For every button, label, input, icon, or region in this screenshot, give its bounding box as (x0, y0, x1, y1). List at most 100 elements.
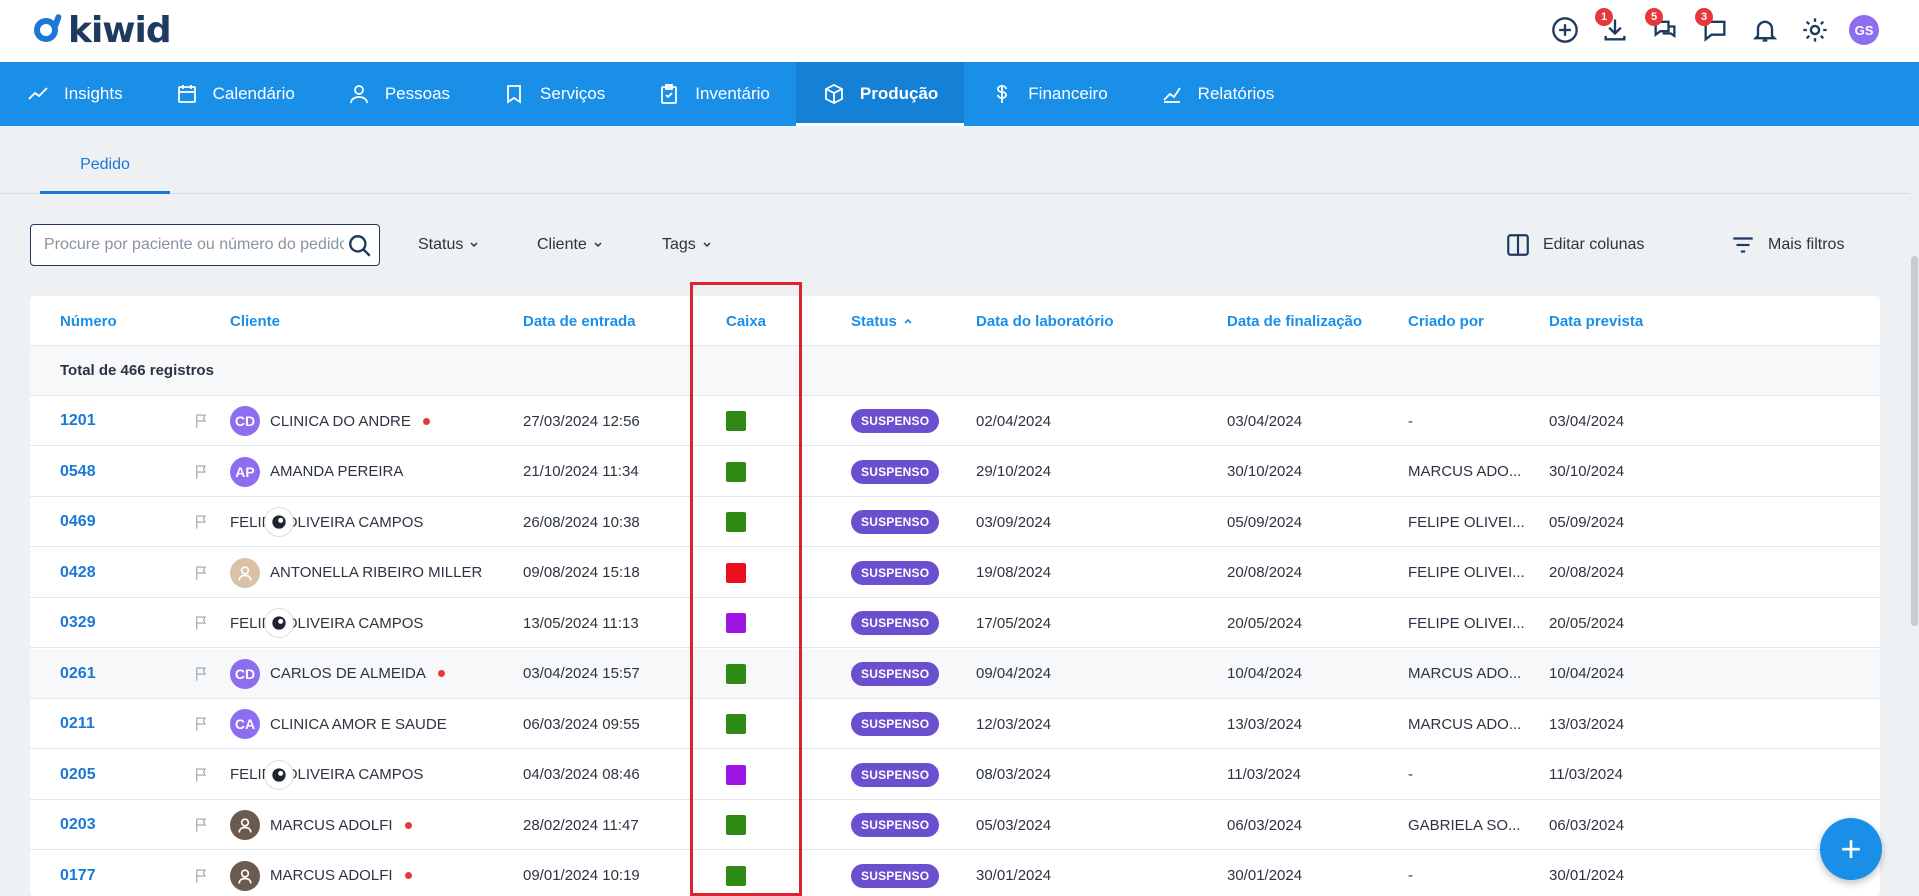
nav-item-insights[interactable]: Insights (0, 62, 149, 126)
scrollbar[interactable] (1910, 126, 1919, 896)
col-cliente[interactable]: Cliente (230, 296, 280, 346)
col-criado-por[interactable]: Criado por (1408, 296, 1484, 346)
expected-date: 13/03/2024 (1549, 715, 1625, 733)
table-row[interactable]: 0177 MARCUS ADOLFI 09/01/2024 10:19 SUSPENS… (30, 851, 1880, 896)
client-avatar: AP (230, 456, 260, 487)
chevron-down-icon (594, 242, 602, 248)
table-row[interactable]: 0203 MARCUS ADOLFI 28/02/2024 11:47 SUSPENS… (30, 800, 1880, 850)
chat-bubbles-icon[interactable]: 5 (1645, 8, 1681, 46)
box-color-cell (726, 396, 746, 446)
add-order-fab[interactable]: + (1820, 818, 1882, 880)
flag-icon[interactable] (193, 851, 211, 896)
status-dropdown[interactable]: Status (418, 236, 479, 254)
scrollbar-thumb[interactable] (1911, 256, 1918, 626)
bell-icon[interactable] (1749, 14, 1781, 46)
nav-label: Inventário (695, 84, 770, 103)
entry-date: 26/08/2024 10:38 (523, 513, 640, 531)
client-cell[interactable]: CD CARLOS DE ALMEIDA (230, 649, 445, 699)
client-logo-icon (264, 507, 294, 537)
more-filters-button[interactable]: Mais filtros (1730, 232, 1844, 258)
main-nav: Insights Calendário Pessoas Serviços Inv… (0, 62, 1919, 126)
col-data-lab[interactable]: Data do laboratório (976, 296, 1114, 346)
gear-icon[interactable] (1799, 14, 1831, 46)
nav-item-pessoas[interactable]: Pessoas (321, 62, 476, 126)
search-icon[interactable] (347, 233, 373, 259)
order-number-link[interactable]: 0177 (60, 851, 96, 896)
flag-icon[interactable] (193, 447, 211, 497)
col-data-prevista[interactable]: Data prevista (1549, 296, 1643, 346)
flag-icon[interactable] (193, 598, 211, 648)
client-cell[interactable]: CA CLINICA AMOR E SAUDE (230, 699, 447, 749)
order-number-link[interactable]: 0329 (60, 598, 96, 648)
col-numero[interactable]: Número (60, 296, 117, 346)
table-row[interactable]: 0205 FELIPE OLIVEIRA CAMPOS 04/03/2024 08:… (30, 750, 1880, 800)
cliente-dropdown[interactable]: Cliente (537, 236, 603, 254)
order-number-link[interactable]: 0548 (60, 447, 96, 497)
flag-icon[interactable] (193, 548, 211, 598)
client-cell[interactable]: MARCUS ADOLFI (230, 851, 412, 896)
col-data-finalizacao[interactable]: Data de finalização (1227, 296, 1362, 346)
flag-icon[interactable] (193, 396, 211, 446)
flag-icon[interactable] (193, 699, 211, 749)
col-caixa[interactable]: Caixa (726, 296, 766, 346)
order-number-link[interactable]: 0211 (60, 699, 95, 749)
expected-date: 20/08/2024 (1549, 564, 1625, 581)
table-row[interactable]: 1201 CD CLINICA DO ANDRE 27/03/2024 12:56 SU… (30, 396, 1880, 446)
entry-date: 21/10/2024 11:34 (523, 463, 639, 480)
nav-item-inventario[interactable]: Inventário (631, 62, 796, 126)
table-row[interactable]: 0428 ANTONELLA RIBEIRO MILLER 09/08/2024 1… (30, 548, 1880, 598)
order-number-link[interactable]: 0203 (60, 800, 96, 850)
table-row[interactable]: 0548 AP AMANDA PEREIRA 21/10/2024 11:34 SUSP… (30, 447, 1880, 497)
box-color-swatch (726, 613, 746, 633)
client-name: CLINICA AMOR E SAUDE (270, 715, 447, 733)
download-icon[interactable]: 1 (1595, 8, 1631, 46)
lab-date: 08/03/2024 (976, 766, 1052, 783)
order-number-link[interactable]: 0205 (60, 750, 96, 800)
kiwid-logo[interactable]: kiwid (34, 10, 172, 51)
order-number-link[interactable]: 0428 (60, 548, 96, 598)
flag-icon[interactable] (193, 750, 211, 800)
box-color-swatch (726, 411, 746, 431)
order-number-link[interactable]: 1201 (60, 396, 96, 446)
client-cell[interactable]: AP AMANDA PEREIRA (230, 447, 403, 497)
order-number-link[interactable]: 0261 (60, 649, 96, 699)
dollar-icon (997, 85, 1008, 103)
nav-label: Relatórios (1197, 84, 1275, 103)
nav-item-relatorios[interactable]: Relatórios (1134, 62, 1301, 126)
table-row[interactable]: 0329 FELIPE OLIVEIRA CAMPOS 13/05/2024 11:… (30, 598, 1880, 648)
nav-item-calendario[interactable]: Calendário (149, 62, 321, 126)
col-data-entrada[interactable]: Data de entrada (523, 296, 636, 346)
table-row[interactable]: 0261 CD CARLOS DE ALMEIDA 03/04/2024 15:57 S… (30, 648, 1880, 699)
client-name: FELIPE OLIVEIRA CAMPOS (230, 766, 424, 783)
table-row[interactable]: 0211 CA CLINICA AMOR E SAUDE 06/03/2024 09:… (30, 699, 1880, 749)
order-number-link[interactable]: 0469 (60, 497, 96, 547)
expected-date: 30/01/2024 (1549, 867, 1625, 884)
user-avatar[interactable]: GS (1849, 15, 1879, 45)
lab-date: 17/05/2024 (976, 614, 1052, 632)
flag-icon[interactable] (193, 800, 211, 850)
client-cell[interactable]: CD CLINICA DO ANDRE (230, 396, 430, 446)
add-circle-icon[interactable] (1549, 14, 1581, 46)
tab-pedido[interactable]: Pedido (40, 156, 170, 194)
chat-icon[interactable]: 3 (1695, 8, 1731, 46)
nav-item-producao[interactable]: Produção (795, 62, 965, 126)
tags-dropdown[interactable]: Tags (662, 236, 712, 254)
nav-item-servicos[interactable]: Serviços (476, 62, 631, 126)
client-cell[interactable]: MARCUS ADOLFI (230, 800, 412, 850)
box-color-cell (726, 699, 746, 749)
table-row[interactable]: 0469 FELIPE OLIVEIRA CAMPOS 26/08/2024 10:… (30, 497, 1880, 547)
nav-item-financeiro[interactable]: Financeiro (964, 62, 1133, 126)
search-input[interactable] (44, 236, 344, 254)
flag-icon[interactable] (193, 649, 211, 699)
nav-label: Produção (859, 84, 939, 103)
sub-tabs: Pedido (0, 126, 1910, 194)
flag-icon[interactable] (193, 497, 211, 547)
client-cell[interactable]: FELIPE OLIVEIRA CAMPOS (230, 598, 423, 648)
client-cell[interactable]: ANTONELLA RIBEIRO MILLER (230, 548, 482, 598)
col-status[interactable]: Status (851, 296, 913, 346)
client-cell[interactable]: FELIPE OLIVEIRA CAMPOS (230, 497, 423, 547)
client-cell[interactable]: FELIPE OLIVEIRA CAMPOS (230, 750, 423, 800)
created-by: GABRIELA SO... (1408, 816, 1521, 834)
edit-columns-button[interactable]: Editar colunas (1505, 232, 1644, 258)
box-color-swatch (726, 764, 746, 785)
